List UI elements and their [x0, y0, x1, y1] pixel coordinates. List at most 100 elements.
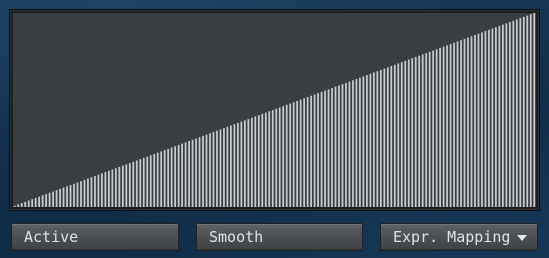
curve-bar — [345, 82, 347, 207]
curve-bar — [456, 41, 459, 207]
curve-bar — [121, 165, 124, 207]
curve-bar — [188, 141, 190, 207]
curve-bar — [373, 72, 375, 207]
curve-bar — [142, 157, 145, 207]
curve-bar — [474, 34, 476, 207]
curve-bar — [488, 29, 490, 207]
curve-bar — [156, 152, 159, 207]
curve-bar — [418, 55, 421, 207]
expression-mapping-label: Expr. Mapping — [393, 228, 511, 246]
curve-bar — [421, 54, 424, 207]
curve-bar — [470, 36, 473, 207]
curve-bar — [463, 38, 466, 207]
curve-bar — [317, 93, 319, 207]
curve-bar — [460, 40, 462, 207]
curve-table[interactable] — [13, 13, 536, 207]
curve-bar — [80, 181, 82, 207]
curve-bar — [233, 124, 236, 207]
active-button-label: Active — [24, 228, 79, 246]
curve-bar — [285, 104, 288, 207]
curve-bar — [261, 113, 264, 207]
curve-bar — [24, 201, 27, 207]
curve-bar — [508, 22, 511, 207]
curve-bar — [237, 122, 239, 207]
curve-bar — [62, 187, 65, 207]
curve-bar — [352, 80, 354, 207]
curve-bar — [404, 60, 407, 207]
curve-bar — [59, 188, 61, 207]
curve-bar — [400, 62, 403, 207]
curve-bar — [146, 156, 149, 207]
curve-bar — [331, 88, 333, 207]
curve-bar — [477, 33, 480, 207]
active-button[interactable]: Active — [11, 223, 179, 251]
curve-bar — [118, 166, 121, 207]
curve-bar — [250, 117, 253, 207]
curve-bar — [271, 110, 274, 207]
curve-bar — [191, 139, 194, 207]
curve-bar — [69, 185, 72, 207]
curve-bar — [111, 169, 114, 207]
curve-bar — [282, 106, 285, 207]
curve-bar — [101, 173, 103, 207]
curve-bar — [83, 179, 86, 207]
curve-bar — [38, 196, 41, 207]
curve-bar — [529, 14, 532, 207]
curve-bar — [205, 134, 208, 207]
curve-bar — [296, 100, 299, 207]
curve-bar — [428, 51, 431, 207]
curve-bar — [268, 111, 271, 207]
curve-bar — [181, 143, 183, 207]
curve-bar — [97, 174, 100, 207]
curve-bar — [498, 25, 501, 207]
curve-bar — [219, 129, 222, 207]
curve-bar — [292, 102, 295, 207]
curve-bar — [87, 178, 89, 207]
curve-bar — [432, 50, 435, 207]
curve-bar — [125, 164, 128, 207]
curve-bar — [195, 138, 197, 207]
curve-bar — [223, 128, 225, 207]
curve-bar — [334, 86, 337, 207]
curve-bar — [467, 37, 469, 207]
curve-bar — [230, 125, 232, 207]
curve-bar — [254, 116, 257, 207]
curve-bar — [174, 146, 176, 207]
curve-bar — [390, 66, 393, 207]
curve-bar — [55, 190, 58, 207]
curve-bar — [393, 64, 396, 207]
curve-bar — [379, 69, 382, 207]
curve-bar — [264, 112, 267, 207]
curve-bar — [414, 56, 417, 207]
curve-bar — [13, 205, 16, 207]
curve-bar — [20, 203, 23, 207]
curve-bar — [341, 84, 344, 207]
curve-bar — [502, 24, 504, 207]
curve-bar — [31, 199, 34, 207]
curve-bar — [407, 59, 410, 207]
curve-bar — [453, 42, 455, 207]
curve-bar — [170, 147, 173, 207]
curve-bar — [104, 172, 107, 207]
curve-bar — [153, 153, 156, 207]
expression-mapping-dropdown[interactable]: Expr. Mapping — [380, 223, 538, 251]
expression-mapping-panel: Active Smooth Expr. Mapping — [0, 0, 549, 258]
smooth-button-label: Smooth — [209, 228, 264, 246]
curve-bar — [209, 133, 211, 207]
curve-bar — [184, 142, 187, 207]
curve-bar — [243, 120, 246, 207]
curve-bar — [108, 170, 110, 207]
curve-bar — [369, 73, 372, 207]
smooth-button[interactable]: Smooth — [196, 223, 363, 251]
curve-bar — [446, 45, 448, 207]
curve-bar — [526, 15, 529, 207]
curve-bar — [139, 159, 142, 207]
curve-bar — [240, 121, 243, 207]
curve-bar — [495, 27, 497, 207]
curve-bar — [505, 23, 508, 207]
curve-bar — [167, 148, 170, 207]
curve-bar — [515, 19, 518, 207]
curve-bar — [27, 200, 30, 207]
curve-bar — [52, 191, 54, 207]
curve-bar — [442, 46, 445, 207]
